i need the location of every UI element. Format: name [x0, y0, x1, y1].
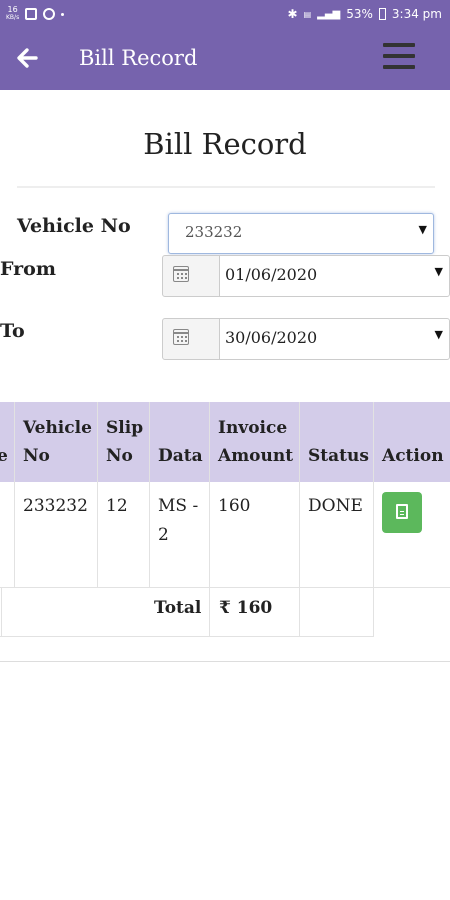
bluetooth-icon: ✱	[287, 7, 298, 21]
header-slip-no: Slip No	[106, 418, 144, 466]
document-icon	[396, 504, 408, 519]
to-date-select[interactable]: 30/06/2020 ▼	[219, 318, 450, 360]
title-divider	[17, 186, 435, 188]
cell-slip-no: 12	[106, 496, 128, 516]
header-partial-column: e	[0, 442, 8, 470]
from-date-select[interactable]: 01/06/2020 ▼	[219, 255, 450, 297]
status-right: ✱ ▤ ▂▄▆ 53% 3:34 pm	[288, 7, 442, 21]
hamburger-menu-icon[interactable]	[383, 43, 415, 73]
network-speed-value: 16	[7, 5, 18, 14]
chevron-down-icon: ▼	[418, 223, 427, 236]
volte-icon: ▤	[303, 9, 312, 19]
signal-icon: ▂▄▆	[317, 8, 341, 20]
header-invoice-amount: Invoice Amount	[218, 418, 294, 466]
vehicle-no-label: Vehicle No	[17, 215, 131, 237]
status-left: 16 KB/s	[6, 6, 65, 22]
from-calendar-addon[interactable]	[162, 255, 220, 297]
cell-vehicle-no: 233232	[23, 496, 88, 516]
chevron-down-icon: ▼	[434, 265, 443, 278]
from-label: From	[0, 258, 56, 280]
clock: 3:34 pm	[391, 7, 442, 21]
cell-invoice-amount: 160	[218, 496, 251, 516]
vehicle-no-select[interactable]: 233232 ▼	[168, 213, 434, 254]
header-action: Action	[382, 446, 444, 466]
header-vehicle-no: Vehicle No	[23, 418, 92, 466]
view-bill-button[interactable]	[382, 492, 422, 533]
calendar-icon	[173, 329, 189, 345]
status-bar: 16 KB/s ✱ ▤ ▂▄▆ 53% 3:34 pm	[0, 0, 450, 30]
total-value: ₹ 160	[219, 598, 273, 618]
network-speed-unit: KB/s	[6, 14, 20, 21]
header-status: Status	[308, 446, 369, 466]
vehicle-no-value: 233232	[185, 223, 243, 241]
chevron-down-icon: ▼	[434, 328, 443, 341]
to-label: To	[0, 320, 25, 342]
app-bar: Bill Record	[0, 30, 450, 90]
from-date-value: 01/06/2020	[225, 265, 318, 284]
bill-table: e Vehicle No Slip No Data Invoice Amount…	[0, 402, 450, 662]
total-label: Total	[154, 598, 202, 618]
app-bar-title: Bill Record	[79, 46, 198, 70]
sync-notification-icon	[43, 8, 56, 20]
calendar-icon	[173, 266, 189, 282]
battery-icon	[378, 8, 386, 20]
arrow-left-icon[interactable]	[14, 44, 42, 72]
network-speed: 16 KB/s	[6, 6, 19, 22]
header-data: Data	[158, 446, 203, 466]
cell-data: MS - 2	[158, 496, 199, 545]
page-title: Bill Record	[143, 127, 307, 161]
more-notifications-icon	[61, 12, 65, 16]
to-calendar-addon[interactable]	[162, 318, 220, 360]
cell-status: DONE	[308, 496, 363, 516]
to-date-value: 30/06/2020	[225, 328, 318, 347]
image-notification-icon	[25, 8, 38, 20]
battery-percent: 53%	[346, 7, 373, 21]
table-header: e Vehicle No Slip No Data Invoice Amount…	[0, 402, 450, 482]
